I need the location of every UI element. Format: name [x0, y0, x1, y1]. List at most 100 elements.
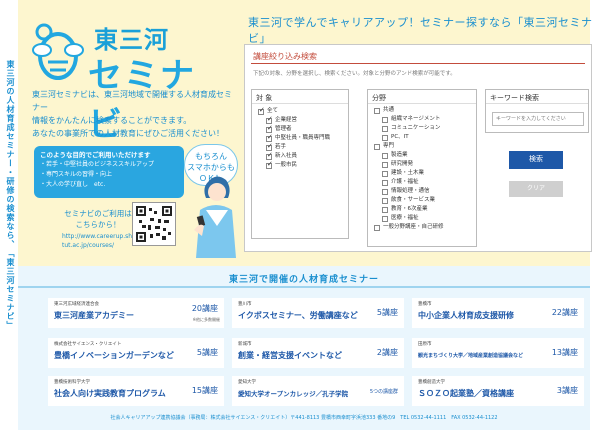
- url-line: tut.ac.jp/courses/: [62, 242, 114, 249]
- checkbox[interactable]: [374, 107, 380, 114]
- seminar-count: 5つの講座群: [369, 389, 398, 395]
- seminar-card[interactable]: 田原市 観光まちづくり大学／地域産業創造協議会など 13講座: [412, 338, 584, 368]
- target-option[interactable]: 一般市民: [266, 160, 342, 170]
- option-label: 新入社員: [275, 153, 298, 159]
- field-option[interactable]: 研究開発: [382, 160, 470, 169]
- person-with-smartphone-illustration: [194, 176, 236, 258]
- checkbox[interactable]: [382, 125, 388, 132]
- option-label: 建設・土木業: [391, 170, 425, 176]
- field-option-common[interactable]: 共通: [374, 106, 470, 115]
- search-button[interactable]: 検索: [509, 151, 563, 169]
- clear-button[interactable]: クリア: [509, 181, 563, 197]
- target-option[interactable]: 若手: [266, 142, 342, 152]
- field-option[interactable]: PC、IT: [382, 133, 470, 142]
- seminar-card[interactable]: 豊橋創造大学 ＳＯＺＯ起業塾／資格講座 3講座: [412, 376, 584, 406]
- seminar-name: ＳＯＺＯ起業塾／資格講座: [418, 389, 514, 398]
- field-option[interactable]: 組織マネージメント: [382, 115, 470, 124]
- seminar-card[interactable]: 株式会社サイエンス・クリエイト 豊橋イノベーションガーデンなど 5講座: [48, 338, 224, 368]
- option-label: 介護・福祉: [391, 179, 419, 185]
- qr-code-icon: [136, 206, 172, 242]
- seminar-card[interactable]: 愛知大学 愛知大学オープンカレッジ／孔子学院 5つの講座群: [232, 376, 404, 406]
- header-tagline: 東三河で学んでキャリアアップ！セミナー探すなら「東三河セミナビ」: [248, 16, 593, 45]
- target-option[interactable]: 企業経営: [266, 115, 342, 125]
- option-label: 若手: [275, 144, 287, 150]
- field-option-other[interactable]: 一般分野講座・自己研修: [374, 223, 470, 232]
- seminar-count: 15講座: [191, 386, 218, 395]
- checkbox[interactable]: [382, 188, 388, 195]
- seminar-card[interactable]: 新城市 創業・経営支援イベントなど 2講座: [232, 338, 404, 368]
- seminar-name: イクボスセミナー、労働講座など: [238, 311, 358, 320]
- intro-line: あなたの事業所での人材教育にぜひご活用ください！: [32, 129, 224, 138]
- checkbox[interactable]: [382, 161, 388, 168]
- seminar-card[interactable]: 豊橋技術科学大学 社会人向け実践教育プログラム 15講座: [48, 376, 224, 406]
- option-label: コミュニケーション: [391, 125, 441, 131]
- seminar-count: 2講座: [376, 348, 398, 357]
- field-option[interactable]: 製造業: [382, 151, 470, 160]
- option-label: 教育・6次産業: [391, 206, 428, 212]
- field-options: 共通 組織マネージメント コミュニケーション PC、IT 専門 製造業 研究開発…: [368, 104, 476, 234]
- field-option[interactable]: 建設・土木業: [382, 169, 470, 178]
- seminar-card[interactable]: 豊橋市 中小企業人材育成支援研修 22講座: [412, 298, 584, 328]
- site-url-link[interactable]: http://www.careerup.sharen tut.ac.jp/cou…: [62, 232, 146, 250]
- option-label: 研究開発: [391, 161, 414, 167]
- access-note-line: こちらから！: [75, 220, 121, 229]
- seminar-org: 豊橋創造大学: [418, 380, 445, 385]
- checkbox[interactable]: [374, 224, 380, 231]
- seminar-name: 豊橋イノベーションガーデンなど: [54, 351, 174, 360]
- field-option[interactable]: 教育・6次産業: [382, 205, 470, 214]
- option-label: 組織マネージメント: [391, 116, 441, 122]
- seminar-org: 株式会社サイエンス・クリエイト: [54, 342, 122, 347]
- seminar-name: 社会人向け実践教育プログラム: [54, 389, 166, 398]
- checkbox[interactable]: [382, 206, 388, 213]
- checkbox[interactable]: [382, 116, 388, 123]
- checkbox-checked[interactable]: [258, 106, 265, 115]
- seminar-card[interactable]: 豊川市 イクボスセミナー、労働講座など 5講座: [232, 298, 404, 328]
- field-option[interactable]: 介護・福祉: [382, 178, 470, 187]
- checkbox[interactable]: [382, 197, 388, 204]
- seminar-card[interactable]: 東三河広域経済連合会 東三河産業アカデミー 20講座 ※他に多数開催: [48, 298, 224, 328]
- checkbox[interactable]: [374, 143, 380, 150]
- option-label: 情報処理・通信: [391, 188, 430, 194]
- checkbox[interactable]: [382, 134, 388, 141]
- site-logo[interactable]: 東三河 セミナビ: [30, 14, 230, 145]
- target-option[interactable]: 新入社員: [266, 151, 342, 161]
- keyword-input[interactable]: [492, 112, 584, 126]
- seminar-count: 20講座: [191, 304, 218, 313]
- field-option[interactable]: 情報処理・通信: [382, 187, 470, 196]
- field-option[interactable]: 医療・福祉: [382, 214, 470, 223]
- checkbox[interactable]: [382, 152, 388, 159]
- field-option[interactable]: コミュニケーション: [382, 124, 470, 133]
- seminars-title: 東三河で開催の人材育成セミナー: [228, 275, 379, 285]
- intro-text: 東三河セミナビは、東三河地域で開催する人材育成セミナー 情報をかんたんに検索する…: [32, 88, 232, 140]
- seminar-count: 5講座: [376, 308, 398, 317]
- field-option-special[interactable]: 専門: [374, 142, 470, 151]
- checkbox[interactable]: [382, 170, 388, 177]
- vertical-tagline: 東三河の人材育成セミナー・研修の検索なら、「東三河セミナビ」: [6, 60, 15, 330]
- checkbox[interactable]: [382, 179, 388, 186]
- title-divider: [251, 63, 585, 64]
- benefit-item: ・若手・中堅社員のビジネススキルアップ: [40, 161, 155, 168]
- seminar-note: ※他に多数開催: [192, 317, 220, 322]
- field-option[interactable]: 飲食・サービス業: [382, 196, 470, 205]
- target-option[interactable]: 中堅社員・職員専門職: [266, 133, 342, 143]
- option-label: 管理者: [275, 126, 292, 132]
- course-search-panel: 講座絞り込み検索 下記の対象、分野を選択し、検索ください。対象と分野のアンド検索…: [244, 44, 592, 252]
- keyword-search-label: キーワード検索: [486, 90, 588, 104]
- checkbox[interactable]: [382, 215, 388, 222]
- checkbox-checked[interactable]: [266, 160, 273, 169]
- option-label: 中堅社員・職員専門職: [275, 135, 331, 141]
- intro-line: 東三河セミナビは、東三河地域で開催する人材育成セミナー: [32, 90, 232, 112]
- qr-code[interactable]: [132, 202, 176, 246]
- option-label: 医療・福祉: [391, 215, 419, 221]
- option-label: PC、IT: [391, 134, 409, 140]
- url-line: http://www.careerup.sharen: [62, 233, 146, 240]
- seminar-org: 豊橋技術科学大学: [54, 380, 90, 385]
- access-note-line: セミナビのご利用は: [64, 209, 132, 218]
- seminar-org: 豊橋市: [418, 302, 432, 307]
- target-option[interactable]: 管理者: [266, 124, 342, 134]
- seminar-name: 中小企業人材育成支援研修: [418, 311, 514, 320]
- seminar-name: 東三河産業アカデミー: [54, 311, 134, 320]
- search-panel-title: 講座絞り込み検索: [253, 52, 317, 61]
- benefit-item: ・大人の学び直し etc.: [40, 181, 106, 188]
- seminar-name: 創業・経営支援イベントなど: [238, 351, 342, 360]
